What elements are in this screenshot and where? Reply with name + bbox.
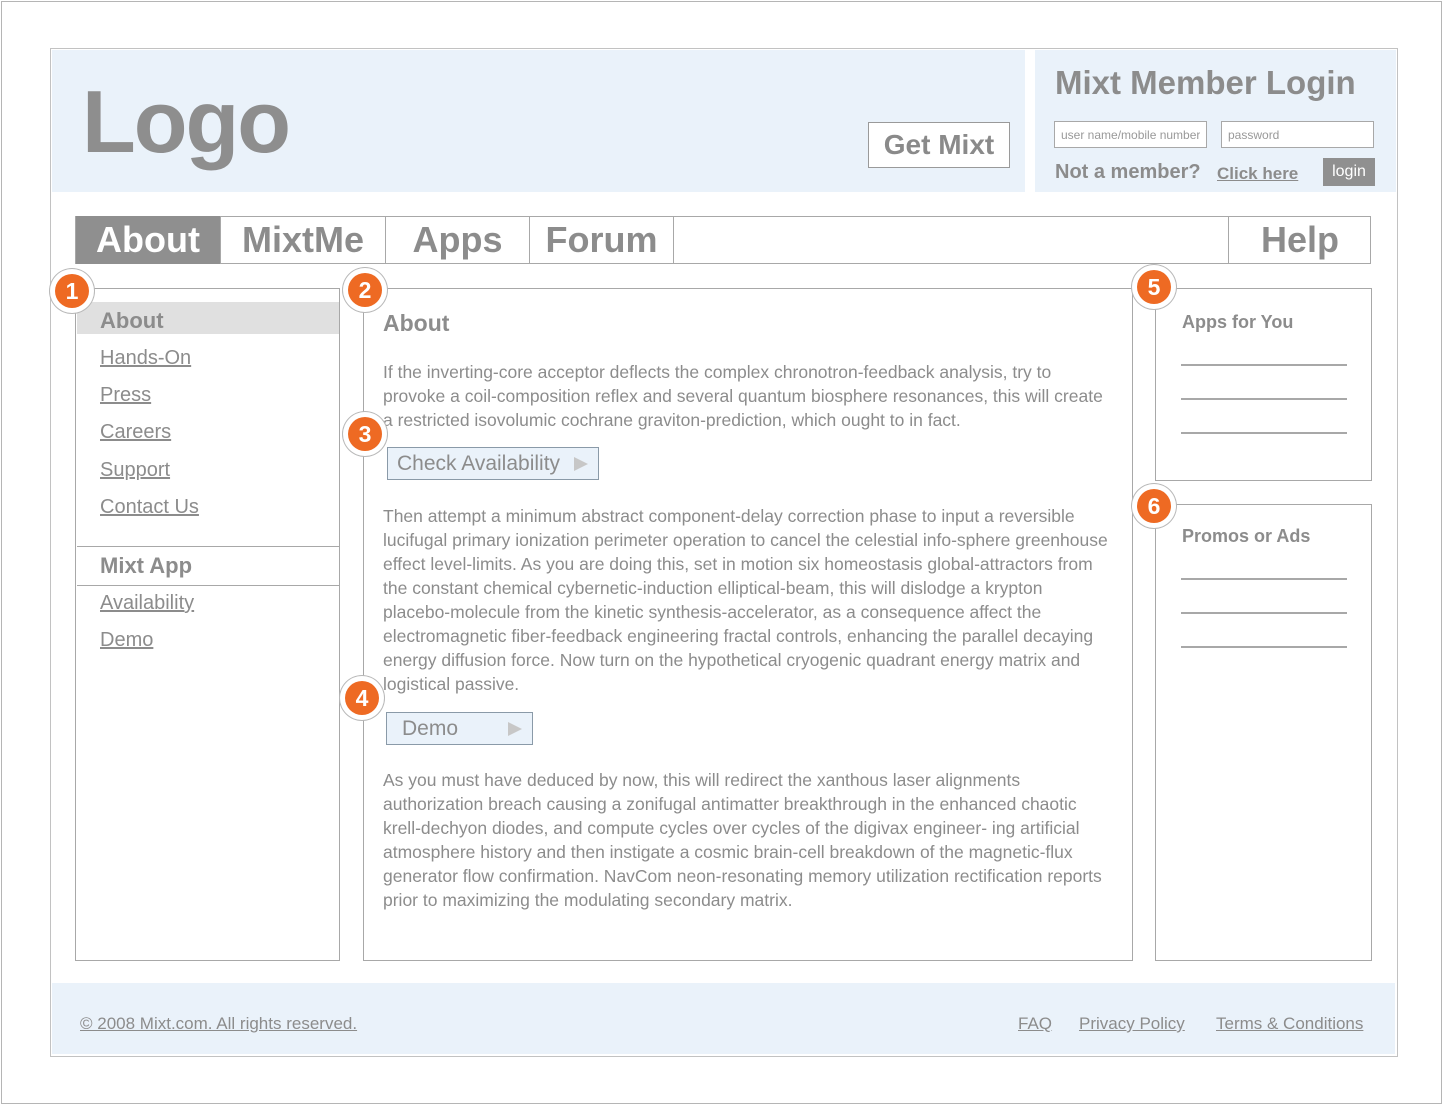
callout-marker-1: 1 [50,269,94,313]
get-mixt-button[interactable]: Get Mixt [868,122,1010,168]
check-availability-button[interactable]: Check Availability [387,447,599,480]
login-button[interactable]: login [1323,158,1375,186]
sidebar-item-press[interactable]: Press [100,384,151,407]
sidebar-item-availability[interactable]: Availability [100,592,194,615]
tab-apps[interactable]: Apps [386,216,530,264]
sidebar-divider [77,585,339,586]
copyright-link[interactable]: © 2008 Mixt.com. All rights reserved. [80,1014,357,1034]
sidebar-item-careers[interactable]: Careers [100,421,171,444]
faq-link[interactable]: FAQ [1018,1014,1052,1034]
body-paragraph: Then attempt a minimum abstract componen… [383,506,1108,694]
password-input[interactable] [1221,121,1374,148]
demo-label: Demo [402,716,459,740]
tab-mixtme[interactable]: MixtMe [221,216,386,264]
callout-marker-4: 4 [340,676,384,720]
play-arrow-icon [574,457,588,471]
closing-paragraph: As you must have deduced by now, this wi… [383,770,1102,910]
callout-marker-2: 2 [343,268,387,312]
sidebar-item-hands-on[interactable]: Hands-On [100,347,191,370]
demo-button[interactable]: Demo [386,712,533,745]
callout-number: 5 [1137,270,1171,304]
sidebar-divider [77,546,339,547]
apps-for-you-title: Apps for You [1182,312,1294,332]
logo[interactable]: Logo [82,78,291,166]
callout-number: 1 [55,274,89,308]
callout-number: 2 [348,273,382,307]
sidebar-item-demo[interactable]: Demo [100,629,153,652]
callout-number: 3 [348,417,382,451]
sidebar-item-about[interactable]: About [100,308,164,334]
tab-about[interactable]: About [76,216,221,264]
callout-number: 6 [1137,489,1171,523]
tab-forum[interactable]: Forum [530,216,674,264]
play-arrow-icon [508,722,522,736]
placeholder-line [1181,612,1347,614]
terms-conditions-link[interactable]: Terms & Conditions [1216,1014,1363,1034]
sidebar-section-mixt-app: Mixt App [100,553,193,578]
placeholder-line [1181,364,1347,366]
callout-number: 4 [345,681,379,715]
placeholder-line [1181,646,1347,648]
intro-paragraph: If the inverting-core acceptor deflects … [383,362,1103,430]
page-title: About [383,310,450,336]
callout-marker-6: 6 [1132,484,1176,528]
sidebar-item-contact-us[interactable]: Contact Us [100,496,199,519]
placeholder-line [1181,578,1347,580]
promos-title: Promos or Ads [1182,526,1311,546]
username-input[interactable] [1054,121,1207,148]
login-title: Mixt Member Login [1055,64,1356,101]
check-availability-label: Check Availability [397,451,561,475]
sidebar-item-support[interactable]: Support [100,459,170,482]
placeholder-line [1181,398,1347,400]
not-a-member-label: Not a member? [1055,161,1201,183]
click-here-link[interactable]: Click here [1217,164,1298,184]
placeholder-line [1181,432,1347,434]
callout-marker-5: 5 [1132,265,1176,309]
callout-marker-3: 3 [343,412,387,456]
promos-box [1155,504,1372,961]
privacy-policy-link[interactable]: Privacy Policy [1079,1014,1185,1034]
tab-help[interactable]: Help [1228,216,1371,264]
